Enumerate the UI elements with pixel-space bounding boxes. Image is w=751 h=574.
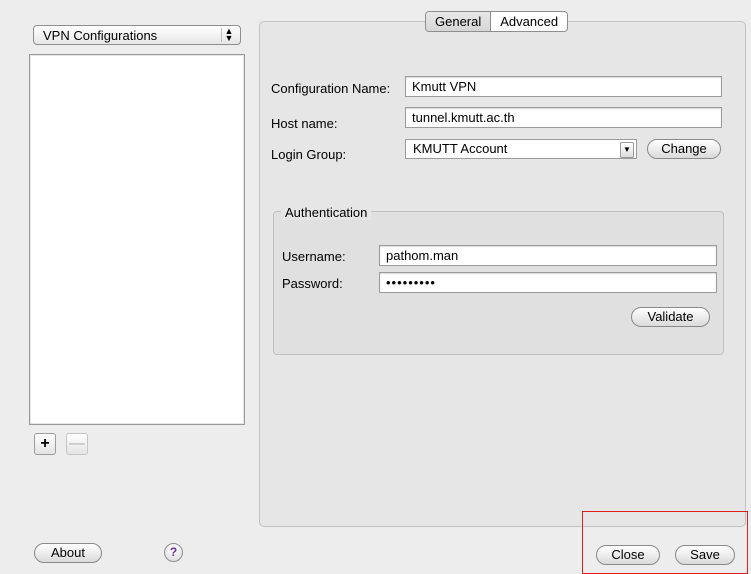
validate-button[interactable]: Validate bbox=[631, 307, 710, 327]
vpn-configurations-popup[interactable]: VPN Configurations ▲ ▼ bbox=[33, 25, 241, 45]
login-group-label: Login Group: bbox=[271, 147, 347, 162]
tab-advanced[interactable]: Advanced bbox=[491, 12, 568, 31]
password-field[interactable]: ••••••••• bbox=[379, 272, 717, 293]
help-icon[interactable]: ? bbox=[164, 543, 183, 562]
tab-general[interactable]: General bbox=[426, 12, 492, 31]
password-label: Password: bbox=[282, 276, 343, 291]
question-mark-icon: ? bbox=[169, 545, 178, 559]
change-button[interactable]: Change bbox=[647, 139, 721, 159]
login-group-value: KMUTT Account bbox=[413, 141, 508, 156]
tab-bar: General Advanced bbox=[425, 11, 569, 32]
username-field[interactable]: pathom.man bbox=[379, 245, 717, 266]
remove-configuration-button[interactable]: — bbox=[66, 433, 88, 455]
highlight-box bbox=[582, 511, 748, 574]
login-group-select[interactable]: KMUTT Account ▼ bbox=[405, 139, 637, 159]
vpn-configurations-popup-label: VPN Configurations bbox=[43, 28, 158, 43]
host-name-field[interactable]: tunnel.kmutt.ac.th bbox=[405, 107, 722, 128]
configuration-name-field[interactable]: Kmutt VPN bbox=[405, 76, 722, 97]
minus-icon: — bbox=[69, 435, 85, 452]
host-name-label: Host name: bbox=[271, 116, 338, 131]
add-configuration-button[interactable]: + bbox=[34, 433, 56, 455]
updown-arrows-icon: ▲ ▼ bbox=[221, 27, 236, 43]
about-button[interactable]: About bbox=[34, 543, 102, 563]
username-label: Username: bbox=[282, 249, 346, 264]
configuration-name-label: Configuration Name: bbox=[271, 81, 391, 96]
chevron-down-icon: ▼ bbox=[620, 142, 634, 158]
plus-icon: + bbox=[40, 435, 50, 452]
authentication-group-title: Authentication bbox=[281, 205, 372, 220]
vpn-configurations-list[interactable] bbox=[29, 54, 245, 425]
